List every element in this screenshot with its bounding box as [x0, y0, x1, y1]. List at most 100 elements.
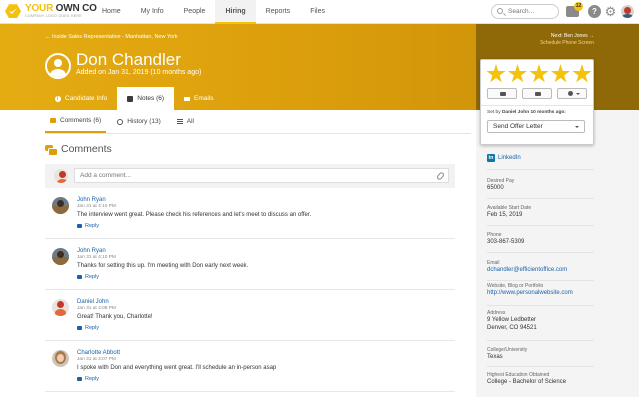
main-nav: Home My Info People Hiring Reports Files	[92, 0, 335, 24]
detail-education: Highest Education Obtained College - Bac…	[487, 372, 567, 385]
user-avatar[interactable]	[621, 5, 634, 18]
chevron-down-icon	[575, 126, 579, 128]
inbox-count-badge: 12	[574, 2, 583, 11]
star-icon[interactable]	[572, 64, 592, 83]
nav-people[interactable]: People	[174, 0, 216, 24]
comment-button[interactable]	[487, 88, 517, 99]
status-set-by: Set by Daniel John 10 months ago:	[487, 110, 566, 115]
reply-button[interactable]: Reply	[77, 325, 99, 331]
star-icon[interactable]	[486, 64, 506, 83]
divider	[487, 366, 594, 367]
help-icon[interactable]: ?	[588, 5, 601, 18]
reply-button[interactable]: Reply	[77, 223, 99, 229]
comment-text: Great! Thank you, Charlotte!	[77, 314, 153, 320]
subtab-all[interactable]: All	[172, 110, 199, 133]
mail-icon	[184, 96, 191, 101]
search-box[interactable]	[491, 4, 559, 19]
website-link[interactable]: http://www.personalwebsite.com	[487, 290, 594, 298]
divider	[45, 340, 455, 341]
avatar	[52, 248, 69, 265]
nav-home[interactable]: Home	[92, 0, 131, 24]
comment-icon	[500, 92, 506, 96]
comment-composer	[45, 164, 455, 188]
comment-icon	[50, 118, 56, 123]
divider	[487, 169, 594, 170]
detail-address: Address 9 Yellow Ledbetter Denver, CO 94…	[487, 310, 537, 331]
comment-text: Thanks for setting this up. I'm meeting …	[77, 263, 249, 269]
avatar	[52, 350, 69, 367]
divider	[481, 105, 593, 106]
reply-icon	[77, 377, 82, 381]
avatar	[52, 197, 69, 214]
info-icon	[55, 88, 61, 111]
comments-heading: Comments	[45, 143, 112, 156]
avatar	[52, 299, 69, 316]
avatar	[54, 169, 68, 183]
divider	[45, 391, 455, 392]
linkedin-icon: in	[487, 154, 495, 162]
nav-hiring[interactable]: Hiring	[215, 0, 256, 24]
top-nav: YOUR OWN CO COMPANY LOGO GOES HERE Home …	[0, 0, 639, 24]
divider	[487, 280, 594, 281]
email-link[interactable]: dchandler@efficientoffice.com	[487, 267, 594, 275]
mail-icon	[535, 92, 541, 96]
tab-notes[interactable]: Notes (6)	[117, 87, 175, 110]
status-select[interactable]: Send Offer Letter	[487, 120, 585, 133]
subtab-history[interactable]: History (13)	[112, 110, 166, 133]
divider	[487, 252, 594, 253]
star-icon[interactable]	[550, 64, 571, 83]
detail-start-date: Available Start Date Feb 15, 2019	[487, 205, 532, 218]
email-button[interactable]	[522, 88, 552, 99]
candidate-name: Don Chandler	[76, 50, 181, 69]
reply-button[interactable]: Reply	[77, 376, 99, 382]
comment-input[interactable]	[74, 168, 449, 183]
logo-subtitle: COMPANY LOGO GOES HERE	[25, 14, 82, 18]
nav-files[interactable]: Files	[300, 0, 335, 24]
comment-author[interactable]: John Ryan	[77, 248, 106, 254]
candidate-tabs: Candidate Info Notes (6) Emails	[45, 87, 224, 111]
company-logo[interactable]: YOUR OWN CO COMPANY LOGO GOES HERE	[5, 4, 97, 19]
detail-email: Email dchandler@efficientoffice.com	[487, 260, 594, 275]
tab-candidate-info[interactable]: Candidate Info	[45, 87, 117, 111]
next-candidate-link[interactable]: Next: Ben Jones → Schedule Phone Screen	[540, 33, 594, 46]
star-rating[interactable]	[486, 64, 594, 84]
divider	[487, 305, 594, 306]
logo-icon	[5, 4, 21, 19]
notes-subtabs: Comments (6) History (13) All	[45, 110, 205, 133]
divider	[45, 133, 471, 134]
settings-dropdown-button[interactable]	[557, 88, 587, 99]
comment-author[interactable]: Charlotte Abbott	[77, 350, 120, 356]
nav-my-info[interactable]: My Info	[131, 0, 174, 24]
candidate-added-date: Added on Jan 31, 2019 (10 months ago)	[76, 69, 202, 76]
comment-author[interactable]: John Ryan	[77, 197, 106, 203]
detail-phone: Phone 303-867-5309	[487, 232, 525, 245]
notes-panel: Comments (6) History (13) All Comments J…	[0, 110, 476, 397]
nav-reports[interactable]: Reports	[256, 0, 301, 24]
comment-time: Jan 31 at 4:07 PM	[77, 357, 116, 362]
settings-gear-icon[interactable]: ⚙	[604, 5, 617, 18]
reply-button[interactable]: Reply	[77, 274, 99, 280]
reply-icon	[77, 326, 82, 330]
breadcrumb-back-link[interactable]: ← Inside Sales Representative - Manhatta…	[45, 34, 178, 40]
divider	[45, 289, 455, 290]
tab-emails[interactable]: Emails	[174, 87, 224, 110]
linkedin-link[interactable]: in LinkedIn	[487, 154, 521, 162]
history-icon	[117, 118, 124, 125]
detail-website: Website, Blog or Portfolio http://www.pe…	[487, 283, 594, 298]
comment-author[interactable]: Daniel John	[77, 299, 109, 305]
gear-icon	[568, 91, 573, 96]
search-input[interactable]	[508, 7, 556, 16]
search-icon	[497, 8, 503, 14]
rating-card: Set by Daniel John 10 months ago: Send O…	[480, 59, 594, 145]
comments-icon	[45, 144, 58, 156]
candidate-avatar-icon	[45, 53, 71, 79]
subtab-comments[interactable]: Comments (6)	[45, 110, 107, 133]
star-icon[interactable]	[507, 64, 528, 83]
reply-icon	[77, 275, 82, 279]
list-icon	[176, 119, 183, 124]
candidate-actions	[487, 88, 592, 99]
next-candidate-step: Schedule Phone Screen	[540, 39, 594, 46]
star-icon[interactable]	[529, 64, 549, 83]
divider	[487, 198, 594, 199]
comment-time: Jan 31 at 4:10 PM	[77, 255, 116, 260]
